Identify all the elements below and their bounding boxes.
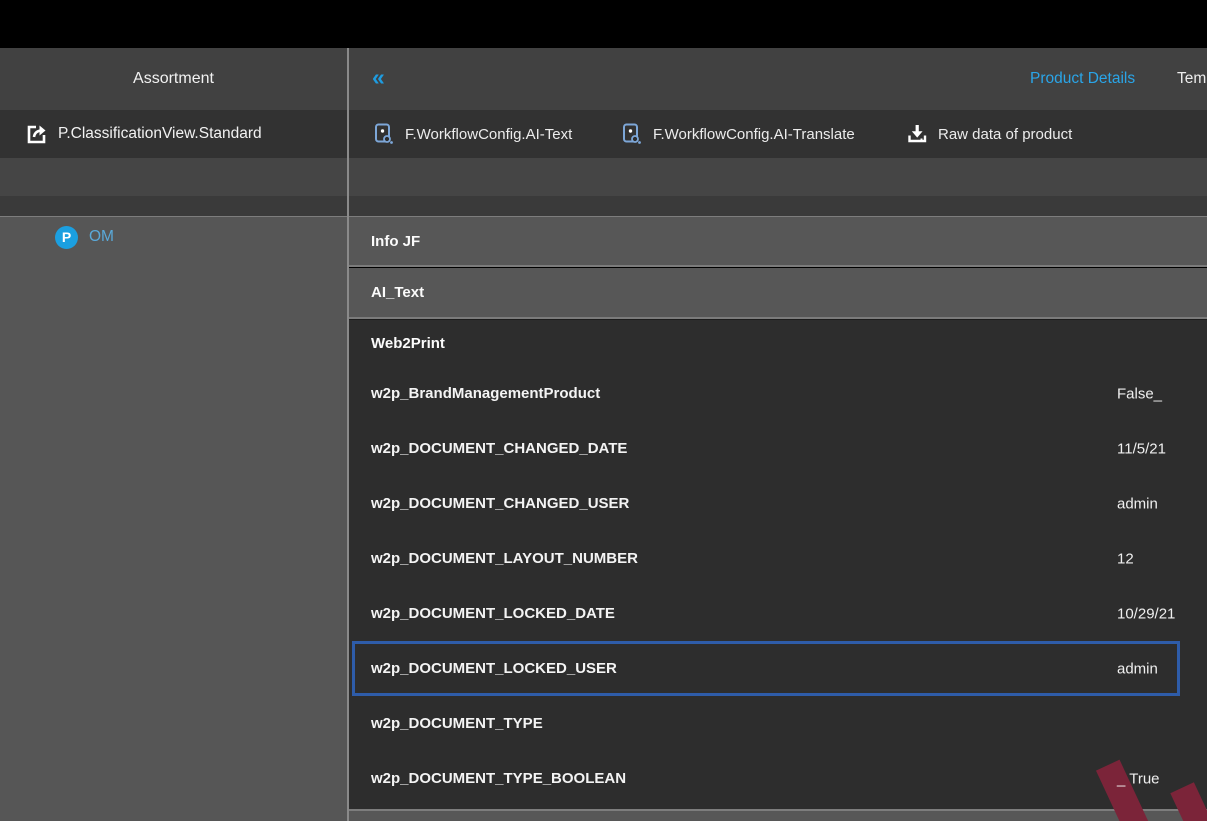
section-label: Web2Print	[371, 335, 445, 352]
attribute-row[interactable]: w2p_BrandManagementProduct False_	[349, 366, 1207, 421]
product-badge-icon: P	[55, 226, 78, 249]
download-icon	[905, 122, 929, 146]
product-toolbar: F.WorkflowConfig.AI-Text F.WorkflowConfi…	[349, 110, 1207, 158]
attribute-name: w2p_DOCUMENT_TYPE	[371, 715, 543, 732]
attribute-value[interactable]: 10/29/21	[1117, 605, 1175, 622]
right-panel-header: « Product Details Temp	[349, 48, 1207, 110]
section-row-info-jf[interactable]: Info JF	[349, 217, 1207, 267]
attribute-value[interactable]: admin	[1117, 660, 1158, 677]
classification-view-button[interactable]: P.ClassificationView.Standard	[0, 110, 347, 158]
attribute-row-selected[interactable]: w2p_DOCUMENT_LOCKED_USER admin	[352, 641, 1180, 696]
section-label: Info JF	[371, 233, 420, 250]
section-row-web2print[interactable]: Web2Print	[349, 320, 1207, 366]
collapse-panel-icon[interactable]: «	[372, 48, 385, 110]
workflow-ai-translate-button[interactable]: F.WorkflowConfig.AI-Translate	[620, 110, 855, 158]
workflow-ai-translate-label: F.WorkflowConfig.AI-Translate	[653, 126, 855, 143]
attribute-row[interactable]: w2p_DOCUMENT_CHANGED_USER admin	[349, 476, 1207, 531]
attribute-value[interactable]: 12	[1117, 550, 1134, 567]
attribute-value[interactable]: 11/5/21	[1117, 440, 1166, 457]
right-panel-spacer	[349, 158, 1207, 217]
classification-view-label: P.ClassificationView.Standard	[58, 125, 262, 143]
attribute-value[interactable]: admin	[1117, 495, 1158, 512]
left-panel-spacer	[0, 158, 347, 217]
attribute-name: w2p_DOCUMENT_CHANGED_DATE	[371, 440, 627, 457]
tab-template[interactable]: Temp	[1177, 48, 1207, 110]
top-black-bar	[0, 0, 1207, 48]
workflow-ai-text-button[interactable]: F.WorkflowConfig.AI-Text	[372, 110, 572, 158]
attribute-value[interactable]: False_	[1117, 385, 1162, 402]
partial-section-row[interactable]	[349, 811, 1207, 821]
attribute-row[interactable]: w2p_DOCUMENT_CHANGED_DATE 11/5/21	[349, 421, 1207, 476]
raw-data-label: Raw data of product	[938, 126, 1072, 143]
workflow-ai-text-label: F.WorkflowConfig.AI-Text	[405, 126, 572, 143]
attribute-row[interactable]: w2p_DOCUMENT_LAYOUT_NUMBER 12	[349, 531, 1207, 586]
web2print-section-panel: Web2Print w2p_BrandManagementProduct Fal…	[349, 319, 1207, 809]
tab-product-details[interactable]: Product Details	[1030, 48, 1135, 110]
workflow-config-icon	[372, 122, 396, 146]
attribute-value[interactable]: _ True	[1117, 770, 1160, 787]
app-window: Assortment P.ClassificationView.Standard…	[0, 0, 1207, 821]
attribute-name: w2p_DOCUMENT_LOCKED_USER	[371, 660, 617, 677]
attribute-row[interactable]: w2p_DOCUMENT_TYPE	[349, 696, 1207, 751]
attribute-name: w2p_DOCUMENT_TYPE_BOOLEAN	[371, 770, 626, 787]
attribute-name: w2p_DOCUMENT_CHANGED_USER	[371, 495, 629, 512]
section-label: AI_Text	[371, 284, 424, 301]
attribute-name: w2p_BrandManagementProduct	[371, 385, 600, 402]
section-row-ai-text[interactable]: AI_Text	[349, 268, 1207, 319]
tree-item-label: OM	[89, 228, 114, 246]
assortment-panel-title: Assortment	[0, 48, 347, 110]
attribute-name: w2p_DOCUMENT_LOCKED_DATE	[371, 605, 615, 622]
share-icon	[24, 122, 48, 146]
raw-data-button[interactable]: Raw data of product	[905, 110, 1072, 158]
attribute-row[interactable]: w2p_DOCUMENT_TYPE_BOOLEAN _ True	[349, 751, 1207, 806]
assortment-tree: P OM	[0, 217, 347, 821]
attribute-row[interactable]: w2p_DOCUMENT_LOCKED_DATE 10/29/21	[349, 586, 1207, 641]
workflow-config-icon	[620, 122, 644, 146]
tree-item-om[interactable]: P OM	[0, 217, 347, 257]
attribute-name: w2p_DOCUMENT_LAYOUT_NUMBER	[371, 550, 638, 567]
